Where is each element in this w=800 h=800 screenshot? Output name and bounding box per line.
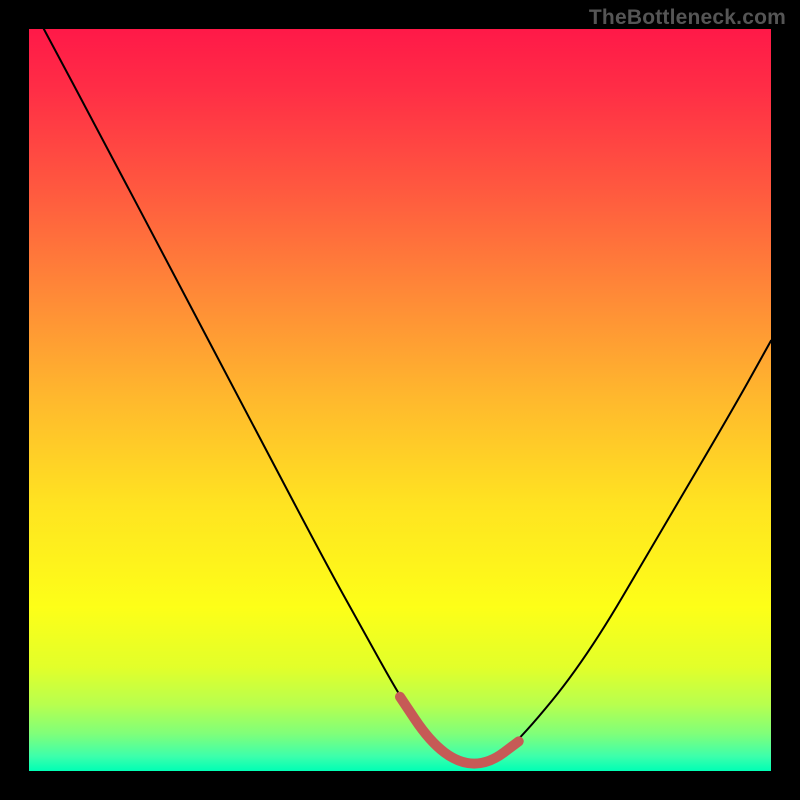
watermark-text: TheBottleneck.com [589,6,786,30]
highlight-valley [400,697,519,764]
plot-area [29,29,771,771]
chart-frame: TheBottleneck.com [0,0,800,800]
bottleneck-curve [44,29,771,764]
curve-layer [29,29,771,771]
